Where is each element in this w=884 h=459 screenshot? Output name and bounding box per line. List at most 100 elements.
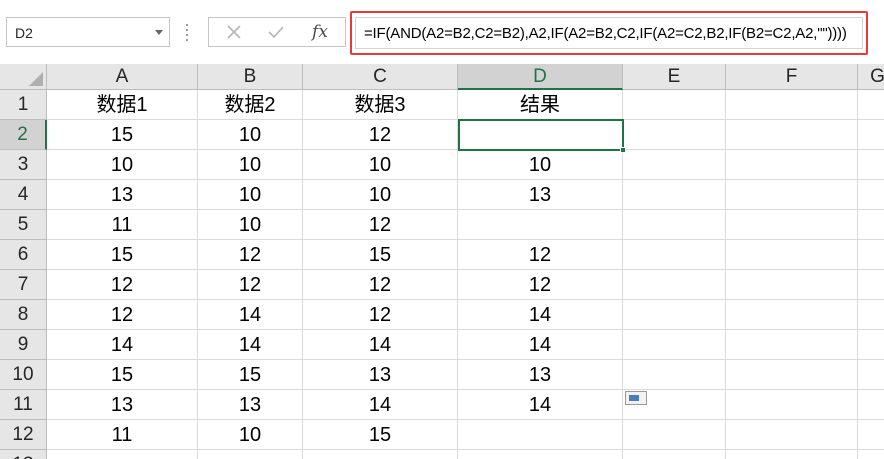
cell-a10[interactable]: 15 [47, 360, 198, 390]
column-header-d[interactable]: D [458, 64, 623, 90]
cell-b6[interactable]: 12 [198, 240, 303, 270]
cell-c8[interactable]: 12 [303, 300, 458, 330]
row-header-9[interactable]: 9 [0, 330, 47, 360]
cell-a4[interactable]: 13 [47, 180, 198, 210]
row-header-12[interactable]: 12 [0, 420, 47, 450]
cell-f6[interactable] [726, 240, 858, 270]
row-header-8[interactable]: 8 [0, 300, 47, 330]
cell-e12[interactable] [623, 420, 726, 450]
fill-handle[interactable] [620, 147, 626, 153]
cell-c4[interactable]: 10 [303, 180, 458, 210]
cell-a2[interactable]: 15 [47, 120, 198, 150]
cell-g3[interactable] [858, 150, 884, 180]
cell-f8[interactable] [726, 300, 858, 330]
cell-f12[interactable] [726, 420, 858, 450]
cell-b9[interactable]: 14 [198, 330, 303, 360]
cell-g11[interactable] [858, 390, 884, 420]
column-header-e[interactable]: E [623, 64, 726, 90]
name-box[interactable]: D2 [6, 17, 170, 47]
cell-e7[interactable] [623, 270, 726, 300]
cell-g13[interactable] [858, 450, 884, 459]
cell-a8[interactable]: 12 [47, 300, 198, 330]
cell-g12[interactable] [858, 420, 884, 450]
cell-b7[interactable]: 12 [198, 270, 303, 300]
cell-e10[interactable] [623, 360, 726, 390]
row-header-11[interactable]: 11 [0, 390, 47, 420]
row-header-7[interactable]: 7 [0, 270, 47, 300]
cell-d6[interactable]: 12 [458, 240, 623, 270]
cell-b4[interactable]: 10 [198, 180, 303, 210]
cell-b5[interactable]: 10 [198, 210, 303, 240]
cell-c3[interactable]: 10 [303, 150, 458, 180]
column-header-g[interactable]: G [858, 64, 884, 90]
cell-e1[interactable] [623, 90, 726, 120]
row-header-6[interactable]: 6 [0, 240, 47, 270]
cell-a6[interactable]: 15 [47, 240, 198, 270]
cell-f4[interactable] [726, 180, 858, 210]
cell-c13[interactable] [303, 450, 458, 459]
cell-g10[interactable] [858, 360, 884, 390]
cell-g7[interactable] [858, 270, 884, 300]
row-header-5[interactable]: 5 [0, 210, 47, 240]
cell-g5[interactable] [858, 210, 884, 240]
cell-d2[interactable] [458, 120, 623, 150]
cell-c11[interactable]: 14 [303, 390, 458, 420]
cell-c6[interactable]: 15 [303, 240, 458, 270]
cell-e4[interactable] [623, 180, 726, 210]
cell-g4[interactable] [858, 180, 884, 210]
cell-f2[interactable] [726, 120, 858, 150]
cell-c12[interactable]: 15 [303, 420, 458, 450]
cell-d10[interactable]: 13 [458, 360, 623, 390]
cell-e2[interactable] [623, 120, 726, 150]
column-header-c[interactable]: C [303, 64, 458, 90]
cell-c2[interactable]: 12 [303, 120, 458, 150]
cell-a12[interactable]: 11 [47, 420, 198, 450]
cell-a9[interactable]: 14 [47, 330, 198, 360]
column-header-f[interactable]: F [726, 64, 858, 90]
cell-c9[interactable]: 14 [303, 330, 458, 360]
cell-e5[interactable] [623, 210, 726, 240]
cell-f11[interactable] [726, 390, 858, 420]
cell-a5[interactable]: 11 [47, 210, 198, 240]
row-header-2[interactable]: 2 [0, 120, 47, 150]
cell-g9[interactable] [858, 330, 884, 360]
insert-function-button[interactable]: fx [305, 20, 335, 44]
cancel-button[interactable] [219, 20, 249, 44]
cell-d11[interactable]: 14 [458, 390, 623, 420]
cell-d4[interactable]: 13 [458, 180, 623, 210]
cell-d7[interactable]: 12 [458, 270, 623, 300]
cell-d13[interactable] [458, 450, 623, 459]
cell-f7[interactable] [726, 270, 858, 300]
cell-b12[interactable]: 10 [198, 420, 303, 450]
cell-d1[interactable]: 结果 [458, 90, 623, 120]
cell-g1[interactable] [858, 90, 884, 120]
cell-a13[interactable] [47, 450, 198, 459]
cell-f5[interactable] [726, 210, 858, 240]
cell-f1[interactable] [726, 90, 858, 120]
cell-b10[interactable]: 15 [198, 360, 303, 390]
cell-f9[interactable] [726, 330, 858, 360]
cell-c1[interactable]: 数据3 [303, 90, 458, 120]
row-header-3[interactable]: 3 [0, 150, 47, 180]
row-header-13[interactable]: 13 [0, 450, 47, 459]
cell-f10[interactable] [726, 360, 858, 390]
quick-analysis-button[interactable] [625, 391, 647, 405]
cell-d5[interactable] [458, 210, 623, 240]
cell-c5[interactable]: 12 [303, 210, 458, 240]
cell-a11[interactable]: 13 [47, 390, 198, 420]
cell-e9[interactable] [623, 330, 726, 360]
cell-b1[interactable]: 数据2 [198, 90, 303, 120]
formula-input[interactable]: =IF(AND(A2=B2,C2=B2),A2,IF(A2=B2,C2,IF(A… [355, 17, 863, 49]
cell-d8[interactable]: 14 [458, 300, 623, 330]
cell-c7[interactable]: 12 [303, 270, 458, 300]
cell-e3[interactable] [623, 150, 726, 180]
cell-e6[interactable] [623, 240, 726, 270]
cell-b3[interactable]: 10 [198, 150, 303, 180]
row-header-10[interactable]: 10 [0, 360, 47, 390]
cell-e8[interactable] [623, 300, 726, 330]
cell-b13[interactable] [198, 450, 303, 459]
column-header-a[interactable]: A [47, 64, 198, 90]
grip-dots-icon[interactable] [185, 22, 189, 42]
cell-g2[interactable] [858, 120, 884, 150]
cell-e13[interactable] [623, 450, 726, 459]
